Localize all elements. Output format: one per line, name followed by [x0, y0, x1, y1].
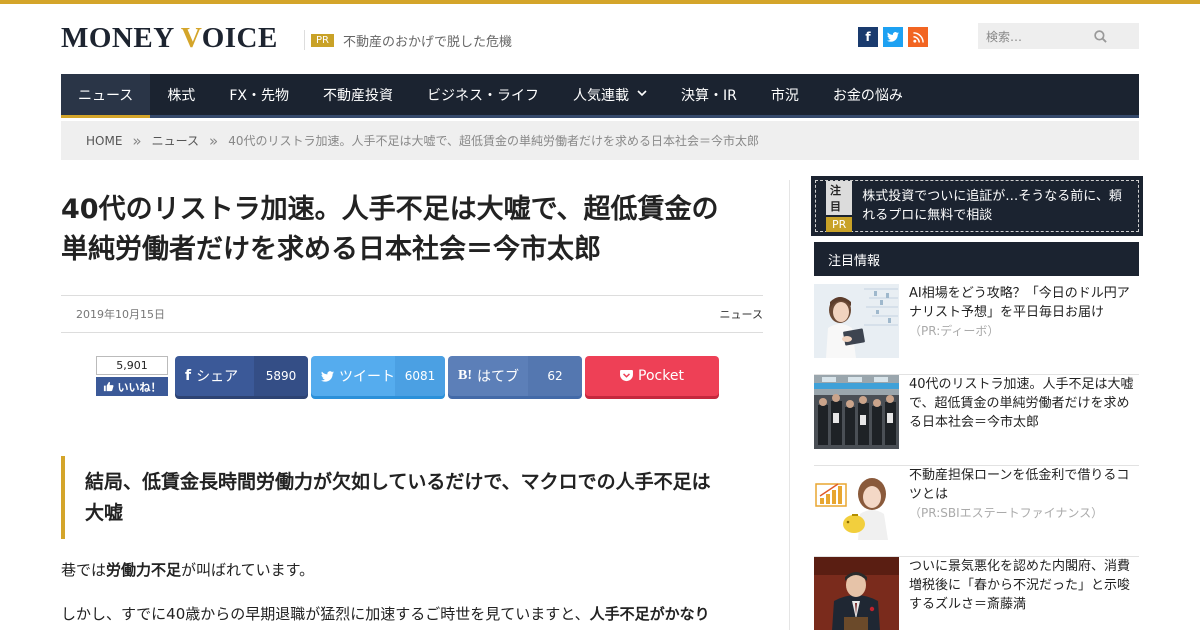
- item-title: ついに景気悪化を認めた内閣府、消費増税後に「春から不況だった」と示唆するズルさ＝…: [909, 559, 1131, 612]
- pr-badge: PR: [311, 33, 334, 47]
- tweet-count: 6081: [395, 356, 445, 396]
- article-paragraph: 巷では労働力不足が叫ばれています。: [61, 561, 315, 579]
- facebook-icon[interactable]: f: [858, 27, 878, 47]
- sidebar-list-item[interactable]: AI相場をどう攻略？「今日のドル円アナリスト予想」を平日毎日お届け （PR:ディー…: [814, 284, 1139, 375]
- breadcrumb-separator: »: [132, 131, 142, 150]
- hatena-icon: B!: [458, 368, 472, 383]
- like-count: 5,901: [96, 356, 168, 375]
- item-title: 40代のリストラ加速。人手不足は大嘘で、超低賃金の単純労働者だけを求める日本社会…: [909, 377, 1134, 430]
- attention-badge: 注目: [826, 180, 853, 215]
- promo-text: 株式投資でついに追証が…そうなる前に、頼れるプロに無料で相談: [862, 189, 1122, 223]
- sidebar-list-item[interactable]: ついに景気悪化を認めた内閣府、消費増税後に「春から不況だった」と示唆するズルさ＝…: [814, 557, 1139, 630]
- pocket-icon: [620, 370, 633, 382]
- hatena-bookmark-button[interactable]: B! はてブ 62: [448, 356, 582, 396]
- sidebar-list-item[interactable]: 不動産担保ローンを低金利で借りるコツとは （PR:SBIエステートファイナンス）: [814, 466, 1139, 557]
- item-title: AI相場をどう攻略？「今日のドル円アナリスト予想」を平日毎日お届け: [909, 286, 1130, 320]
- facebook-icon: f: [185, 368, 192, 384]
- pr-badge: PR: [826, 216, 853, 232]
- article-category[interactable]: ニュース: [720, 306, 763, 322]
- twitter-icon[interactable]: [883, 27, 903, 47]
- nav-item-stocks[interactable]: 株式: [150, 74, 212, 115]
- article-paragraph: しかし、すでに40歳からの早期退職が猛烈に加速するご時世を見ていますと、人手不足…: [61, 605, 710, 623]
- nav-item-earnings[interactable]: 決算・IR: [664, 74, 754, 115]
- pocket-button[interactable]: Pocket: [585, 356, 719, 396]
- item-sponsor: （PR:SBIエステートファイナンス）: [909, 506, 1104, 520]
- twitter-icon: [321, 370, 334, 382]
- facebook-share-count: 5890: [254, 356, 308, 396]
- widget-title: 注目情報: [814, 242, 1139, 276]
- article-date: 2019年10月15日: [76, 308, 165, 321]
- article-meta: 2019年10月15日 ニュース: [61, 295, 763, 333]
- like-button[interactable]: いいね！: [96, 377, 168, 396]
- facebook-share-button[interactable]: f シェア 5890: [175, 356, 308, 396]
- nav-item-market[interactable]: 市況: [754, 74, 816, 115]
- nav-item-money-worries[interactable]: お金の悩み: [816, 74, 920, 115]
- sidebar-promo-notice[interactable]: 注目 PR 株式投資でついに追証が…そうなる前に、頼れるプロに無料で相談: [811, 176, 1143, 236]
- facebook-like-box[interactable]: 5,901 いいね！: [96, 356, 168, 396]
- item-title: 不動産担保ローンを低金利で借りるコツとは: [909, 468, 1130, 502]
- breadcrumb-section[interactable]: ニュース: [152, 132, 199, 149]
- pr-text: 不動産のおかげで脱した危機: [342, 34, 512, 50]
- nav-item-fx[interactable]: FX・先物: [212, 74, 306, 115]
- top-accent-bar: [0, 0, 1200, 4]
- thumbnail-woman-piggy-bank: [814, 466, 899, 540]
- search-box[interactable]: 検索…: [978, 23, 1139, 49]
- article-title: 40代のリストラ加速。人手不足は大嘘で、超低賃金の 単純労働者だけを求める日本社…: [61, 194, 719, 265]
- sidebar-list-item[interactable]: 40代のリストラ加速。人手不足は大嘘で、超低賃金の単純労働者だけを求める日本社会…: [814, 375, 1139, 466]
- thumbnail-politician-speech: [814, 557, 899, 630]
- item-sponsor: （PR:ディーボ）: [909, 324, 1000, 338]
- article-lead-quote: 結局、低賃金長時間労働力が欠如しているだけで、マクロでの人手不足は 大嘘: [61, 456, 763, 539]
- search-icon[interactable]: [1063, 29, 1140, 43]
- site-logo[interactable]: MONEY VOICE: [61, 22, 278, 55]
- search-input[interactable]: 検索…: [986, 28, 1063, 45]
- header-pr-link[interactable]: PR 不動産のおかげで脱した危機: [304, 30, 512, 50]
- hatena-count: 62: [528, 356, 582, 396]
- thumbnail-woman-tablet: [814, 284, 899, 358]
- breadcrumb-separator: »: [209, 131, 219, 150]
- breadcrumb: HOME » ニュース » 40代のリストラ加速。人手不足は大嘘で、超低賃金の単…: [61, 121, 1139, 160]
- main-nav: ニュース 株式 FX・先物 不動産投資 ビジネス・ライフ 人気連載 決算・IR …: [61, 74, 1139, 118]
- breadcrumb-current: 40代のリストラ加速。人手不足は大嘘で、超低賃金の単純労働者だけを求める日本社会…: [228, 134, 759, 148]
- nav-item-business-life[interactable]: ビジネス・ライフ: [410, 74, 556, 115]
- thumbnail-commuter-train: [814, 375, 899, 449]
- nav-item-news[interactable]: ニュース: [61, 74, 151, 118]
- nav-item-series[interactable]: 人気連載: [556, 74, 664, 115]
- thumbs-up-icon: [103, 381, 114, 392]
- tweet-button[interactable]: ツイート 6081: [311, 356, 445, 396]
- chevron-down-icon: [637, 89, 647, 100]
- nav-item-real-estate[interactable]: 不動産投資: [306, 74, 410, 115]
- column-divider: [789, 180, 790, 630]
- breadcrumb-home[interactable]: HOME: [86, 134, 122, 148]
- rss-icon[interactable]: [908, 27, 928, 47]
